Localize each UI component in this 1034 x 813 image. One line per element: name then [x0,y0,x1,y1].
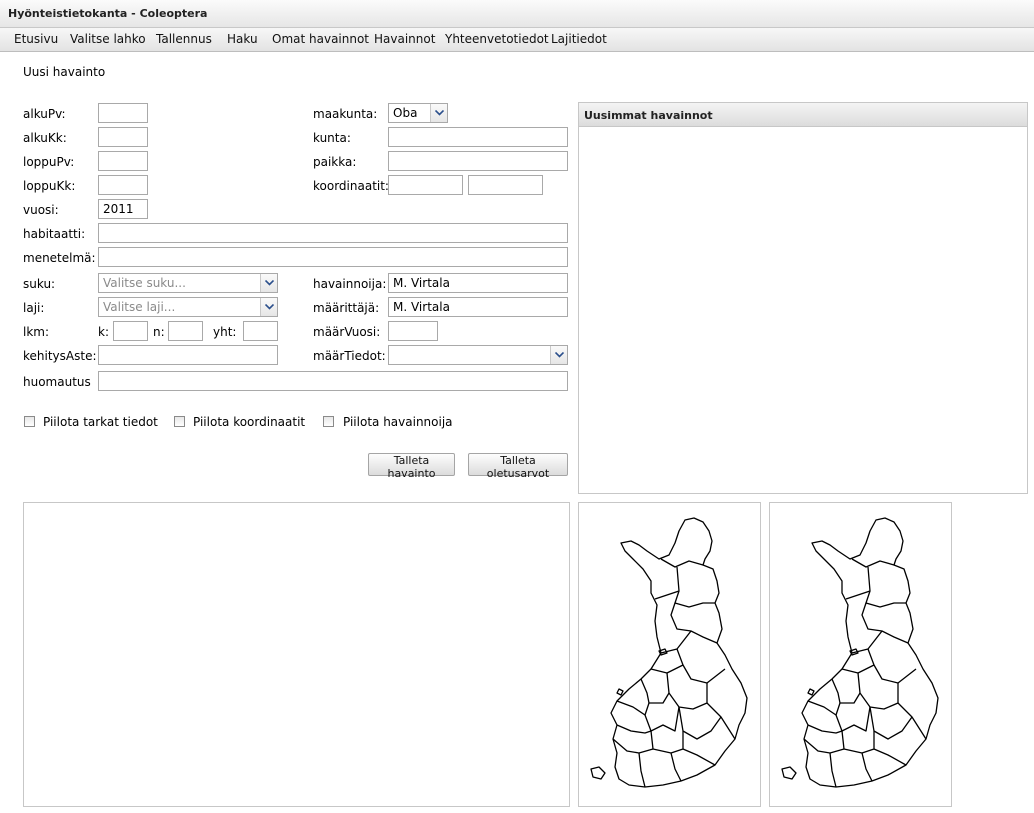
huomautus-label: huomautus [23,375,91,389]
lkm-n-input[interactable] [168,321,203,341]
maartiedot-label: määrTiedot: [313,349,386,363]
alkukk-label: alkuKk: [23,131,67,145]
kunta-label: kunta: [313,131,351,145]
latest-observations-panel: Uusimmat havainnot [578,102,1028,494]
habitaatti-label: habitaatti: [23,227,86,241]
koordinaatit-input-2[interactable] [468,175,543,195]
loppupv-label: loppuPv: [23,155,75,169]
chevron-down-icon[interactable] [430,104,447,122]
alkupv-input[interactable] [98,103,148,123]
chevron-down-icon[interactable] [260,274,277,292]
finland-map-icon[interactable] [579,503,760,806]
menu-item-tallennus[interactable]: Tallennus [156,32,212,46]
menu-item-lajitiedot[interactable]: Lajitiedot [551,32,607,46]
menetelma-input[interactable] [98,247,568,267]
chevron-down-icon[interactable] [260,298,277,316]
piilota-havainnoija-checkbox[interactable] [323,416,334,427]
menu-item-valitse-lahko[interactable]: Valitse lahko [70,32,146,46]
lkm-yht-label: yht: [213,325,237,339]
maakunta-value: Oba [393,106,418,120]
kehitysaste-label: kehitysAste: [23,349,97,363]
results-panel [23,502,570,807]
huomautus-input[interactable] [98,371,568,391]
finland-map-icon[interactable] [770,503,951,806]
save-defaults-button[interactable]: Talleta oletusarvot [468,453,568,480]
menu-bar: Etusivu Valitse lahko Tallennus Haku Oma… [0,28,1034,52]
koordinaatit-label: koordinaatit: [313,179,389,193]
maarittaja-label: määrittäjä: [313,301,380,315]
lkm-k-input[interactable] [113,321,148,341]
suku-combobox[interactable]: Valitse suku... [98,273,278,293]
window-title: Hyönteistietokanta - Coleoptera [8,7,208,20]
maakunta-label: maakunta: [313,107,378,121]
havainnoija-label: havainnoija: [313,277,387,291]
lkm-yht-input[interactable] [243,321,278,341]
map-panel-2 [769,502,952,807]
menu-item-omat-havainnot[interactable]: Omat havainnot [272,32,369,46]
koordinaatit-input-1[interactable] [388,175,463,195]
map-panel-1 [578,502,761,807]
havainnoija-input[interactable] [388,273,568,293]
loppupv-input[interactable] [98,151,148,171]
page-heading: Uusi havainto [23,65,106,79]
piilota-havainnoija-label: Piilota havainnoija [343,415,453,429]
window-titlebar: Hyönteistietokanta - Coleoptera [0,0,1034,28]
maartiedot-select[interactable] [388,345,568,365]
alkukk-input[interactable] [98,127,148,147]
laji-placeholder: Valitse laji... [103,300,176,314]
habitaatti-input[interactable] [98,223,568,243]
loppukk-label: loppuKk: [23,179,76,193]
maarvuosi-label: määrVuosi: [313,325,381,339]
loppukk-input[interactable] [98,175,148,195]
save-observation-button[interactable]: Talleta havainto [368,453,455,480]
menu-item-havainnot[interactable]: Havainnot [374,32,435,46]
paikka-label: paikka: [313,155,357,169]
maarittaja-input[interactable] [388,297,568,317]
laji-combobox[interactable]: Valitse laji... [98,297,278,317]
menu-item-etusivu[interactable]: Etusivu [14,32,58,46]
maakunta-select[interactable]: Oba [388,103,448,123]
menu-item-yhteenvetotiedot[interactable]: Yhteenvetotiedot [445,32,549,46]
chevron-down-icon[interactable] [550,346,567,364]
menu-item-haku[interactable]: Haku [227,32,258,46]
piilota-koordinaatit-label: Piilota koordinaatit [193,415,306,429]
piilota-koordinaatit-checkbox[interactable] [174,416,185,427]
piilota-tarkat-checkbox[interactable] [24,416,35,427]
vuosi-label: vuosi: [23,203,59,217]
lkm-k-label: k: [98,325,109,339]
menetelma-label: menetelmä: [23,251,96,265]
lkm-label: lkm: [23,325,50,339]
piilota-tarkat-label: Piilota tarkat tiedot [43,415,158,429]
alkupv-label: alkuPv: [23,107,66,121]
vuosi-input[interactable] [98,199,148,219]
suku-label: suku: [23,277,56,291]
kehitysaste-input[interactable] [98,345,278,365]
kunta-input[interactable] [388,127,568,147]
lkm-n-label: n: [153,325,165,339]
latest-observations-title: Uusimmat havainnot [579,103,1027,127]
laji-label: laji: [23,301,45,315]
suku-placeholder: Valitse suku... [103,276,186,290]
maarvuosi-input[interactable] [388,321,438,341]
paikka-input[interactable] [388,151,568,171]
